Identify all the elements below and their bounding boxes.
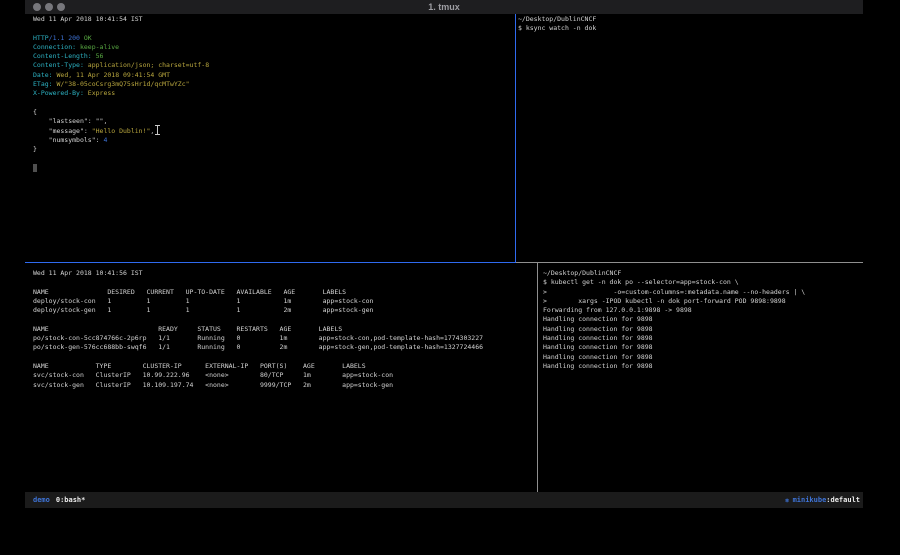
terminal-line: Handling connection for 9898 bbox=[543, 315, 805, 324]
terminal-line: HTTP/1.1 200 OK bbox=[33, 34, 209, 43]
terminal-line bbox=[33, 99, 209, 108]
terminal-line: } bbox=[33, 145, 209, 154]
terminal-line: po/stock-con-5cc874766c-2p6rp 1/1 Runnin… bbox=[33, 334, 483, 343]
terminal-line: Date: Wed, 11 Apr 2018 09:41:54 GMT bbox=[33, 71, 209, 80]
pane-http-response[interactable]: Wed 11 Apr 2018 10:41:54 IST HTTP/1.1 20… bbox=[33, 15, 209, 173]
terminal-line bbox=[33, 154, 209, 163]
terminal-line: ~/Desktop/DublinCNCF bbox=[518, 15, 596, 24]
terminal-line: svc/stock-con ClusterIP 10.99.222.96 <no… bbox=[33, 371, 483, 380]
terminal-line: po/stock-gen-576cc688bb-swqf6 1/1 Runnin… bbox=[33, 343, 483, 352]
tmux-terminal: Wed 11 Apr 2018 10:41:54 IST HTTP/1.1 20… bbox=[25, 14, 863, 492]
terminal-line: Wed 11 Apr 2018 10:41:54 IST bbox=[33, 15, 209, 24]
window-titlebar[interactable]: 1. tmux bbox=[25, 0, 863, 14]
traffic-lights bbox=[33, 3, 65, 11]
close-button-icon[interactable] bbox=[33, 3, 41, 11]
status-bar-left: demo 0:bash* bbox=[33, 496, 85, 504]
terminal-line: "numsymbols": 4 bbox=[33, 136, 209, 145]
pane-border-vertical-bottom[interactable] bbox=[537, 263, 538, 492]
terminal-line: Handling connection for 9898 bbox=[543, 353, 805, 362]
terminal-line bbox=[33, 315, 483, 324]
pane-border-vertical-top[interactable] bbox=[515, 14, 516, 262]
tmux-status-bar: demo 0:bash* ⎈ minikube :default bbox=[25, 492, 863, 508]
terminal-line: Handling connection for 9898 bbox=[543, 325, 805, 334]
terminal-line: ETag: W/"38-05coCsrg3mQ75sHr1d/qcMTwYZc" bbox=[33, 80, 209, 89]
terminal-line: Wed 11 Apr 2018 10:41:56 IST bbox=[33, 269, 483, 278]
mouse-ibeam-cursor bbox=[155, 125, 160, 135]
terminal-line: $ kubectl get -n dok po --selector=app=s… bbox=[543, 278, 805, 287]
terminal-line: Content-Type: application/json; charset=… bbox=[33, 61, 209, 70]
terminal-line: Handling connection for 9898 bbox=[543, 362, 805, 371]
pane-border-horizontal-right[interactable] bbox=[516, 262, 863, 263]
pane-kubectl-get[interactable]: Wed 11 Apr 2018 10:41:56 IST NAME DESIRE… bbox=[33, 269, 483, 390]
terminal-line: deploy/stock-con 1 1 1 1 1m app=stock-co… bbox=[33, 297, 483, 306]
terminal-line: "message": "Hello Dublin!", bbox=[33, 127, 209, 136]
terminal-line: > -o=custom-columns=:metadata.name --no-… bbox=[543, 288, 805, 297]
zoom-button-icon[interactable] bbox=[57, 3, 65, 11]
helm-icon: ⎈ bbox=[785, 496, 790, 505]
terminal-line: > xargs -IPOD kubectl -n dok port-forwar… bbox=[543, 297, 805, 306]
terminal-line: "lastseen": "", bbox=[33, 117, 209, 126]
terminal-line: X-Powered-By: Express bbox=[33, 89, 209, 98]
pane-port-forward[interactable]: ~/Desktop/DublinCNCF$ kubectl get -n dok… bbox=[543, 269, 805, 371]
terminal-cursor bbox=[33, 164, 37, 172]
pane-ksync-watch[interactable]: ~/Desktop/DublinCNCF$ ksync watch -n dok bbox=[518, 15, 596, 34]
terminal-line: Content-Length: 56 bbox=[33, 52, 209, 61]
kube-namespace: :default bbox=[826, 496, 860, 504]
terminal-line: Handling connection for 9898 bbox=[543, 343, 805, 352]
window-title: 1. tmux bbox=[25, 2, 863, 12]
terminal-line: Forwarding from 127.0.0.1:9898 -> 9898 bbox=[543, 306, 805, 315]
terminal-line bbox=[33, 353, 483, 362]
terminal-line bbox=[33, 164, 209, 173]
terminal-line: NAME DESIRED CURRENT UP-TO-DATE AVAILABL… bbox=[33, 288, 483, 297]
kube-context: minikube bbox=[793, 496, 827, 504]
terminal-window: 1. tmux Wed 11 Apr 2018 10:41:54 IST HTT… bbox=[25, 0, 863, 508]
window-list-item[interactable]: 0:bash* bbox=[56, 496, 86, 504]
terminal-line: NAME TYPE CLUSTER-IP EXTERNAL-IP PORT(S)… bbox=[33, 362, 483, 371]
terminal-line bbox=[33, 24, 209, 33]
terminal-line bbox=[33, 278, 483, 287]
terminal-line: ~/Desktop/DublinCNCF bbox=[543, 269, 805, 278]
terminal-line: $ ksync watch -n dok bbox=[518, 24, 596, 33]
session-name: demo bbox=[33, 496, 50, 504]
status-bar-right: ⎈ minikube :default bbox=[785, 496, 860, 505]
pane-border-horizontal-left[interactable] bbox=[25, 262, 516, 263]
terminal-line: Handling connection for 9898 bbox=[543, 334, 805, 343]
terminal-line: { bbox=[33, 108, 209, 117]
terminal-line: deploy/stock-gen 1 1 1 1 2m app=stock-ge… bbox=[33, 306, 483, 315]
terminal-line: NAME READY STATUS RESTARTS AGE LABELS bbox=[33, 325, 483, 334]
terminal-line: svc/stock-gen ClusterIP 10.109.197.74 <n… bbox=[33, 381, 483, 390]
terminal-line: Connection: keep-alive bbox=[33, 43, 209, 52]
minimize-button-icon[interactable] bbox=[45, 3, 53, 11]
